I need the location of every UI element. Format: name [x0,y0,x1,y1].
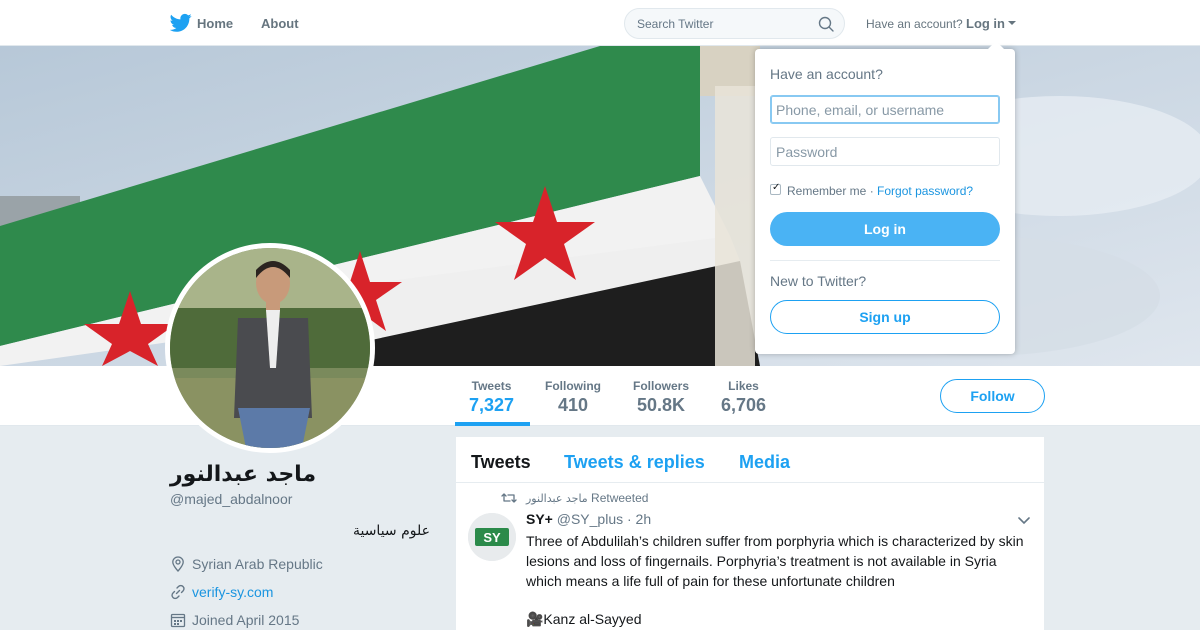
top-navigation-bar: Home About Search Twitter Have an accoun… [0,0,1200,46]
tab-tweets-and-replies[interactable]: Tweets & replies [564,452,705,473]
forgot-password-link[interactable]: Forgot password? [877,184,973,198]
search-icon[interactable] [818,16,834,32]
login-dropdown: Have an account? Remember me · Forgot pa… [755,41,1015,354]
login-menu-link[interactable]: Log in [966,16,1005,31]
tweet-text: Three of Abdulilah’s children suffer fro… [526,533,1024,589]
remember-checkbox[interactable] [770,182,781,195]
follow-button[interactable]: Follow [940,379,1045,413]
retweeter-name[interactable]: ماجد عبدالنور [526,492,588,505]
chevron-down-icon[interactable] [1008,21,1016,25]
profile-name: ماجد عبدالنور [170,462,317,487]
nav-home-link[interactable]: Home [197,16,233,31]
remember-label[interactable]: Remember me [787,184,866,198]
stat-following[interactable]: Following 410 [545,379,601,416]
stat-value: 6,706 [721,395,767,415]
website-link[interactable]: verify-sy.com [192,584,273,600]
profile-location: Syrian Arab Republic [170,556,323,572]
tweet-author-name[interactable]: SY+ [526,511,553,527]
dropdown-title: Have an account? [770,66,883,82]
profile-bio: علوم سياسية [352,523,430,539]
have-account-label: Have an account? [866,17,963,31]
search-placeholder: Search Twitter [637,17,714,31]
profile-handle[interactable]: @majed_abdalnoor [170,491,292,507]
new-to-twitter-label: New to Twitter? [770,273,867,289]
profile-joined: Joined April 2015 [170,612,299,628]
stat-followers[interactable]: Followers 50.8K [633,379,689,416]
tab-tweets[interactable]: Tweets [471,452,531,473]
password-field[interactable] [770,137,1000,166]
search-input[interactable]: Search Twitter [624,8,845,39]
nav-about-link[interactable]: About [261,16,299,31]
profile-website: verify-sy.com [170,584,273,600]
stat-value: 50.8K [636,395,686,415]
stat-label: Following [545,379,601,393]
stat-value: 7,327 [469,395,515,415]
joined-text: Joined April 2015 [192,612,300,628]
signup-button[interactable]: Sign up [770,300,1000,334]
separator-dot: · [869,184,874,198]
chevron-down-icon[interactable] [1018,517,1030,525]
retweet-context: ماجد عبدالنور Retweeted [501,491,648,505]
login-button[interactable]: Log in [770,212,1000,246]
avatar-image [170,248,370,448]
divider [770,260,1000,261]
stat-label: Followers [633,379,690,393]
link-icon [171,584,185,600]
tab-media[interactable]: Media [739,452,790,473]
twitter-bird-icon[interactable] [170,13,192,33]
active-tab-indicator [455,422,530,426]
username-field[interactable] [770,95,1000,124]
logo-text: SY [483,530,501,545]
tweet-header: SY+ @SY_plus · 2h [526,511,651,527]
timeline: Tweets Tweets & replies Media ماجد عبدال… [456,437,1044,630]
stat-tweets[interactable]: Tweets 7,327 [469,379,514,416]
avatar[interactable] [165,243,375,453]
retweeted-label: Retweeted [591,491,649,505]
timeline-tabs: Tweets Tweets & replies Media [456,437,1044,483]
remember-row: Remember me · Forgot password? [770,182,973,198]
stat-value: 410 [557,395,589,415]
sy-plus-logo: SY [468,513,516,561]
tweet-timestamp[interactable]: · 2h [627,511,651,527]
location-text: Syrian Arab Republic [192,556,323,572]
retweet-icon [501,493,517,503]
calendar-icon [170,613,186,628]
tweet-author-handle[interactable]: @SY_plus [557,511,623,527]
tweet-credit: 🎥Kanz al-Sayyed [526,611,642,627]
stat-label: Tweets [471,379,512,393]
tweet-author-avatar[interactable]: SY [468,513,516,561]
dropdown-arrow [988,41,1004,49]
stat-label: Likes [728,379,759,393]
stat-likes[interactable]: Likes 6,706 [721,379,766,416]
location-pin-icon [172,556,184,572]
